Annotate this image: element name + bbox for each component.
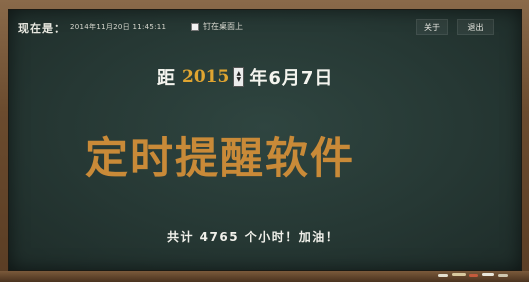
now-label: 现在是： [18, 22, 66, 35]
deadline-row: 距 2015 ▲ ▼ 年6月7日 [157, 66, 334, 89]
year-spinner[interactable]: ▲ ▼ [233, 67, 245, 87]
pin-to-desktop-label: 钉在桌面上 [203, 22, 243, 31]
chalk-piece [498, 274, 508, 277]
deadline-date: 年6月7日 [249, 68, 334, 89]
exit-button[interactable]: 退出 [457, 19, 494, 35]
year-value: 2015 [182, 67, 230, 87]
deadline-prefix: 距 [157, 68, 175, 89]
about-button[interactable]: 关于 [416, 19, 448, 35]
pin-to-desktop-checkbox[interactable]: 钉在桌面上 [191, 21, 243, 32]
chalk-piece [482, 273, 494, 276]
chalk-piece [438, 274, 448, 277]
checkbox-icon[interactable] [191, 22, 199, 31]
chalk-tray [0, 271, 529, 282]
app-title: 定时提醒软件 [85, 134, 355, 184]
current-time: 2014年11月20日 11:45:11 [70, 23, 167, 31]
chalk-piece [452, 273, 466, 276]
spinner-down-icon[interactable]: ▼ [237, 77, 242, 83]
chalk-piece [469, 274, 478, 277]
total-hours-text: 共计 4765 个小时！加油！ [167, 230, 340, 244]
